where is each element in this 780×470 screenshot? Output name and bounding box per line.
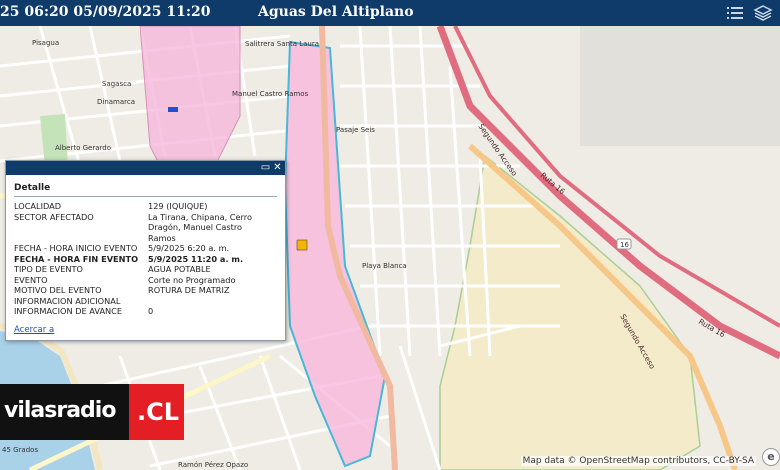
list-icon[interactable]	[725, 3, 745, 23]
svg-text:Pasaje Seis: Pasaje Seis	[336, 126, 375, 134]
svg-text:Alberto Gerardo: Alberto Gerardo	[55, 144, 111, 152]
warning-sign-icon[interactable]	[296, 239, 308, 251]
quarry-area	[580, 26, 780, 146]
esri-logo-icon: e	[762, 448, 780, 466]
logo-name: vilasradio	[4, 398, 116, 423]
detail-row: MOTIVO DEL EVENTO ROTURA DE MATRIZ	[14, 285, 230, 295]
svg-text:Dinamarca: Dinamarca	[97, 98, 135, 106]
zoom-to-link[interactable]: Acercar a	[14, 325, 54, 335]
layers-icon[interactable]	[753, 3, 773, 23]
scale-label: 45 Grados	[2, 446, 39, 454]
road-shield-label: 16	[620, 241, 629, 249]
svg-text:Salitrera Santa Laura: Salitrera Santa Laura	[245, 40, 319, 48]
map-attribution: Map data © OpenStreetMap contributors, C…	[520, 456, 756, 466]
popup-header: ▭ ✕	[6, 161, 285, 175]
logo-tld: .CL	[137, 398, 180, 426]
detail-row: INFORMACION ADICIONAL	[14, 295, 121, 306]
detail-row: FECHA - HORA INICIO EVENTO 5/9/2025 6:20 …	[14, 243, 230, 253]
popup-title: Detalle	[14, 183, 51, 193]
detail-row: SECTOR AFECTADO La Tirana, Chipana, Cerro…	[14, 211, 252, 243]
detail-row: EVENTO Corte no Programado	[14, 274, 236, 285]
svg-text:Sagasca: Sagasca	[102, 80, 131, 88]
detail-row: LOCALIDAD 129 (IQUIQUE)	[14, 201, 208, 211]
detail-row: TIPO DE EVENTO AGUA POTABLE	[14, 264, 211, 274]
svg-text:Manuel Castro Ramos: Manuel Castro Ramos	[232, 90, 309, 98]
svg-text:Playa Blanca: Playa Blanca	[362, 262, 407, 270]
popup-divider	[14, 196, 277, 197]
maximize-icon[interactable]: ▭	[260, 162, 271, 173]
detail-row: INFORMACION DE AVANCE 0	[14, 306, 154, 316]
app-title: Aguas Del Altiplano	[258, 4, 414, 20]
svg-text:Pisagua: Pisagua	[32, 39, 59, 47]
vilasradio-logo: vilasradio .CL	[0, 384, 184, 440]
svg-text:Ramón Pérez Opazo: Ramón Pérez Opazo	[178, 461, 248, 469]
close-icon[interactable]: ✕	[272, 162, 283, 173]
detail-row: FECHA - HORA FIN EVENTO 5/9/2025 11:20 a.…	[14, 253, 244, 264]
detail-table: LOCALIDAD 129 (IQUIQUE) SECTOR AFECTADO La…	[14, 201, 270, 317]
detail-popup: ▭ ✕ Detalle LOCALIDAD 129 (IQUIQUE) SECTO…	[5, 160, 286, 341]
event-ticker: 25 06:20 05/09/2025 11:20	[0, 4, 211, 20]
top-bar: 25 06:20 05/09/2025 11:20 Aguas Del Alti…	[0, 0, 780, 26]
blue-marker	[168, 107, 178, 112]
